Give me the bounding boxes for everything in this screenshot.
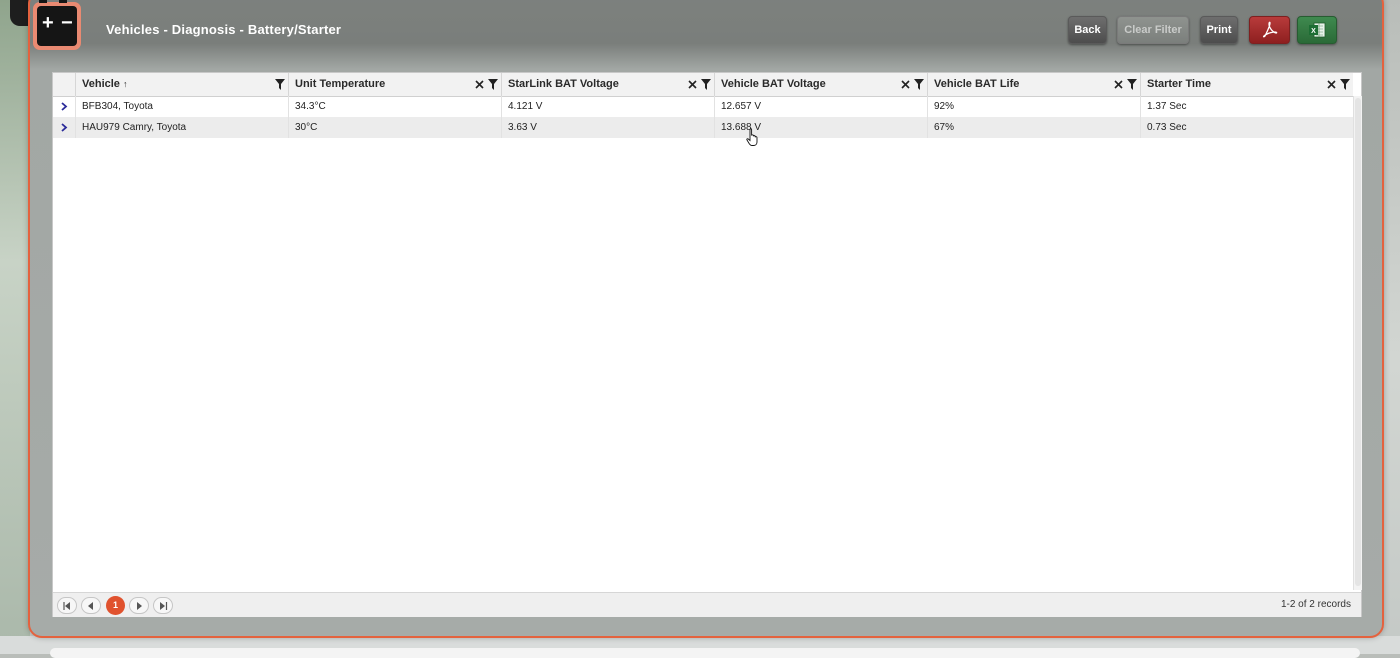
column-label: Starter Time [1147, 78, 1211, 90]
background-bar [50, 648, 1360, 658]
filter-icon[interactable] [275, 79, 285, 90]
previous-page-icon [88, 602, 93, 610]
clear-filter-icon[interactable] [1327, 79, 1336, 90]
cell-vehicle-bat-life: 92% [927, 96, 1140, 117]
first-page-icon [63, 602, 70, 610]
column-label: Unit Temperature [295, 78, 386, 90]
cell-unit-temperature: 30°C [288, 117, 501, 138]
pdf-export-icon [1262, 21, 1277, 38]
column-header-unit-temperature[interactable]: Unit Temperature [288, 73, 501, 96]
back-button[interactable]: Back [1068, 16, 1107, 44]
clear-filter-icon[interactable] [475, 79, 484, 90]
background-bottom [0, 636, 1400, 658]
hand-cursor-icon [746, 128, 758, 146]
column-label: Vehicle BAT Life [934, 78, 1020, 90]
column-label: Vehicle BAT Voltage [721, 78, 826, 90]
cell-starlink-bat-voltage: 3.63 V [501, 117, 714, 138]
svg-text:X: X [1311, 28, 1316, 35]
cell-vehicle-bat-voltage: 12.657 V [714, 96, 927, 117]
filter-icon[interactable] [1340, 79, 1350, 90]
excel-export-icon: X [1309, 22, 1326, 38]
cell-unit-temperature: 34.3°C [288, 96, 501, 117]
next-page-button[interactable] [129, 597, 149, 614]
column-header-vehicle-bat-life[interactable]: Vehicle BAT Life [927, 73, 1140, 96]
expand-column-header [53, 73, 75, 96]
column-header-vehicle-bat-voltage[interactable]: Vehicle BAT Voltage [714, 73, 927, 96]
next-page-icon [137, 602, 142, 610]
cell-starter-time: 0.73 Sec [1140, 117, 1353, 138]
cell-starlink-bat-voltage: 4.121 V [501, 96, 714, 117]
previous-page-button[interactable] [81, 597, 101, 614]
column-header-starlink-bat-voltage[interactable]: StarLink BAT Voltage [501, 73, 714, 96]
filter-icon[interactable] [488, 79, 498, 90]
grid-header: Vehicle ↑ Unit Temperature StarLink BAT … [53, 73, 1353, 97]
clear-filter-icon[interactable] [901, 79, 910, 90]
column-label: Vehicle [82, 78, 120, 90]
current-page-indicator[interactable]: 1 [106, 596, 125, 615]
filter-icon[interactable] [914, 79, 924, 90]
pager: 1 1-2 of 2 records [53, 592, 1361, 617]
background-left [0, 0, 30, 654]
excel-export-button[interactable]: X [1297, 16, 1337, 44]
column-header-vehicle[interactable]: Vehicle ↑ [75, 73, 288, 96]
clear-filter-button[interactable]: Clear Filter [1117, 16, 1189, 44]
table-row[interactable]: HAU979 Camry, Toyota 30°C 3.63 V 13.688 … [53, 117, 1353, 138]
filter-icon[interactable] [1127, 79, 1137, 90]
filter-icon[interactable] [701, 79, 711, 90]
print-button[interactable]: Print [1200, 16, 1238, 44]
column-label: StarLink BAT Voltage [508, 78, 619, 90]
sort-ascending-icon: ↑ [122, 79, 128, 89]
pdf-export-button[interactable] [1249, 16, 1290, 44]
cell-vehicle-bat-life: 67% [927, 117, 1140, 138]
column-header-starter-time[interactable]: Starter Time [1140, 73, 1353, 96]
last-page-icon [160, 602, 168, 610]
vertical-scrollbar[interactable] [1353, 96, 1362, 590]
cell-vehicle: HAU979 Camry, Toyota [75, 117, 288, 138]
clear-filter-icon[interactable] [688, 79, 697, 90]
page-title: Vehicles - Diagnosis - Battery/Starter [106, 22, 342, 37]
first-page-button[interactable] [57, 597, 77, 614]
car-battery-icon: + − [33, 0, 81, 50]
chevron-right-icon[interactable] [53, 117, 75, 138]
cell-vehicle: BFB304, Toyota [75, 96, 288, 117]
clear-filter-icon[interactable] [1114, 79, 1123, 90]
data-grid: Vehicle ↑ Unit Temperature StarLink BAT … [52, 72, 1362, 617]
chevron-right-icon[interactable] [53, 96, 75, 117]
table-row[interactable]: BFB304, Toyota 34.3°C 4.121 V 12.657 V 9… [53, 96, 1353, 117]
cell-starter-time: 1.37 Sec [1140, 96, 1353, 117]
scrollbar-thumb[interactable] [1355, 98, 1361, 586]
last-page-button[interactable] [153, 597, 173, 614]
records-count: 1-2 of 2 records [1280, 599, 1351, 610]
